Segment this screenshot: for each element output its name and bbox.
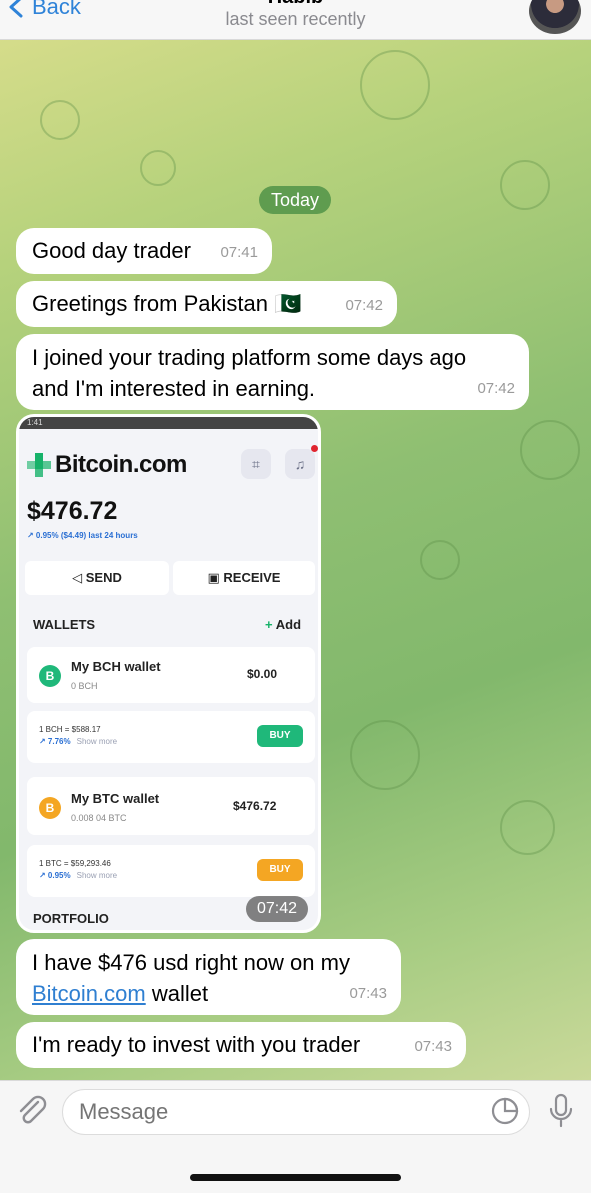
coin-price: 1 BCH = $588.17 <box>39 725 101 734</box>
bch-coin-icon: B <box>39 665 61 687</box>
send-button: ◁ SEND <box>25 561 169 595</box>
contact-name[interactable]: Habib <box>0 0 591 9</box>
status-bar: 1:41 <box>19 417 318 429</box>
doodle-pattern <box>40 100 80 140</box>
message-time: 07:42 <box>245 896 308 922</box>
message-bubble[interactable]: I joined your trading platform some days… <box>16 334 529 410</box>
bell-icon: ♫ <box>285 449 315 479</box>
wallet-name: My BTC wallet <box>71 791 160 806</box>
receive-icon: ▣ <box>207 570 224 585</box>
qr-scan-icon: ⌗ <box>241 449 271 479</box>
buy-button: BUY <box>257 859 303 881</box>
send-icon: ◁ <box>72 570 86 585</box>
buy-button: BUY <box>257 725 303 747</box>
message-bubble[interactable]: I have $476 usd right now on my Bitcoin.… <box>16 939 401 1015</box>
message-text: wallet <box>151 981 209 1006</box>
wallet-card-btc: B My BTC wallet 0.008 04 BTC $476.72 <box>27 777 315 835</box>
message-text: Good day trader <box>32 238 191 263</box>
wallets-heading: WALLETS <box>33 617 96 632</box>
doodle-pattern <box>140 150 176 186</box>
bitcoin-logo-text: Bitcoin.com <box>55 451 187 478</box>
date-separator: Today <box>259 186 332 214</box>
image-message[interactable]: 1:41 Bitcoin.com ⌗ ♫ $476.72 ↗ 0.95% ($4… <box>16 414 321 933</box>
send-label: SEND <box>85 570 122 585</box>
balance-change: ↗ 0.95% ($4.49) last 24 hours <box>27 531 138 540</box>
message-time: 07:43 <box>349 985 387 1002</box>
wallet-screenshot: 1:41 Bitcoin.com ⌗ ♫ $476.72 ↗ 0.95% ($4… <box>19 417 318 930</box>
show-more: Show more <box>76 871 118 880</box>
wallet-holdings: 0 BCH <box>71 681 98 691</box>
receive-button: ▣ RECEIVE <box>173 561 315 595</box>
price-card-btc: 1 BTC = $59,293.46 ↗ 0.95% Show more BUY <box>27 845 315 897</box>
paperclip-icon[interactable] <box>14 1093 48 1127</box>
wallet-name: My BCH wallet <box>71 659 161 674</box>
coin-price: 1 BTC = $59,293.46 <box>39 859 111 868</box>
show-more: Show more <box>76 737 118 746</box>
message-text: I have $476 usd right now on my <box>32 950 350 975</box>
doodle-pattern <box>350 720 420 790</box>
sticker-icon[interactable] <box>491 1097 519 1125</box>
message-time: 07:41 <box>220 244 258 261</box>
add-wallet: + Add <box>265 617 302 632</box>
message-text: I joined your trading platform some days… <box>32 345 467 401</box>
bitcoin-link[interactable]: Bitcoin.com <box>32 981 146 1006</box>
btc-coin-icon: B <box>39 797 61 819</box>
message-bubble[interactable]: Good day trader 07:41 <box>16 228 272 274</box>
portfolio-heading: PORTFOLIO <box>33 911 109 926</box>
notification-dot <box>311 445 318 452</box>
coin-change: ↗ 0.95% Show more <box>39 871 117 880</box>
doodle-pattern <box>500 160 550 210</box>
message-bubble[interactable]: I'm ready to invest with you trader 07:4… <box>16 1022 466 1068</box>
doodle-pattern <box>500 800 555 855</box>
receive-label: RECEIVE <box>223 570 281 585</box>
wallet-amount: $476.72 <box>233 799 277 813</box>
wallet-amount: $0.00 <box>247 667 278 681</box>
message-time: 07:42 <box>477 380 515 397</box>
chat-background: Today Good day trader 07:41 Greetings fr… <box>0 40 591 1080</box>
add-label: Add <box>275 617 302 632</box>
message-time: 07:43 <box>414 1038 452 1055</box>
coin-change: ↗ 7.76% Show more <box>39 737 117 746</box>
message-text: I'm ready to invest with you trader <box>32 1032 361 1057</box>
wallet-balance: $476.72 <box>27 497 118 525</box>
coin-change-value: ↗ 0.95% <box>39 871 71 880</box>
home-indicator <box>190 1174 401 1181</box>
contact-status: last seen recently <box>225 9 366 29</box>
doodle-pattern <box>520 420 580 480</box>
price-card-bch: 1 BCH = $588.17 ↗ 7.76% Show more BUY <box>27 711 315 763</box>
bitcoin-logo: Bitcoin.com <box>27 451 187 479</box>
coin-change-value: ↗ 7.76% <box>39 737 71 746</box>
wallet-card-bch: B My BCH wallet 0 BCH $0.00 <box>27 647 315 703</box>
message-input[interactable] <box>62 1089 530 1135</box>
doodle-pattern <box>420 540 460 580</box>
wallet-holdings: 0.008 04 BTC <box>71 813 127 823</box>
message-input-bar <box>0 1080 591 1193</box>
message-text: Greetings from Pakistan 🇵🇰 <box>32 291 302 316</box>
chat-header: Back Habib last seen recently <box>0 0 591 40</box>
bitcoin-logo-icon <box>27 453 51 477</box>
message-time: 07:42 <box>345 297 383 314</box>
microphone-icon[interactable] <box>548 1093 574 1129</box>
doodle-pattern <box>360 50 430 120</box>
message-bubble[interactable]: Greetings from Pakistan 🇵🇰 07:42 <box>16 281 397 327</box>
